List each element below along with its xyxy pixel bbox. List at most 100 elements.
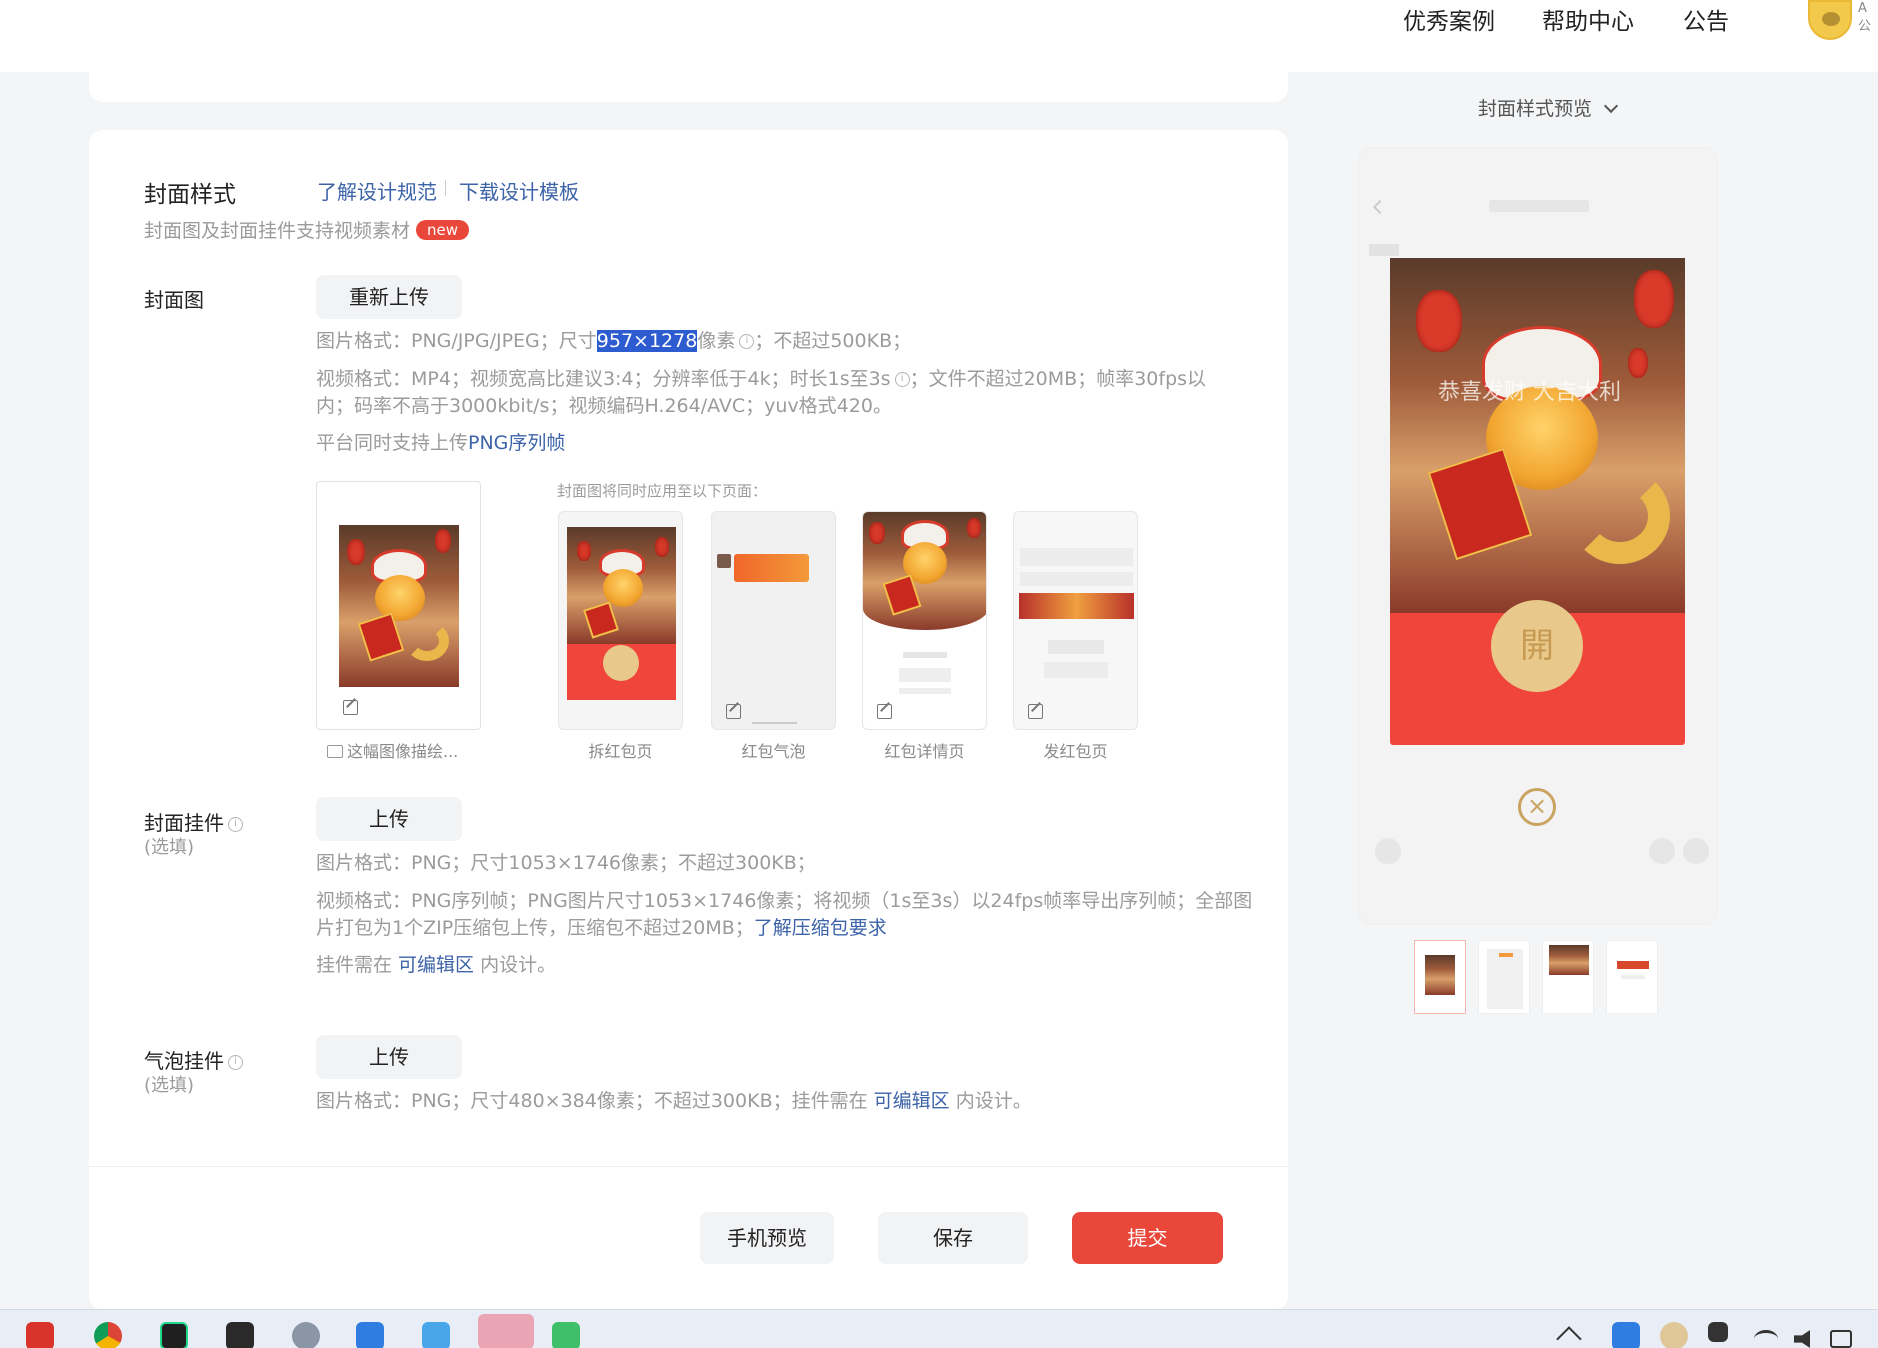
nav-notice-link[interactable]: 公告 (1683, 2, 1729, 36)
cover-widget-optional: (选填) (144, 837, 195, 858)
red-packet-cover: 恭喜发财 大吉大利 (1390, 258, 1685, 613)
reupload-button[interactable]: 重新上传 (316, 275, 462, 319)
bubble-widget-label-text: 气泡挂件 (144, 1049, 224, 1073)
bubble-format-prefix: 图片格式：PNG；尺寸480×384像素；不超过300KB；挂件需在 (316, 1090, 874, 1112)
preview-thumb-send[interactable] (1606, 940, 1658, 1014)
cover-widget-label: 封面挂件 i (144, 807, 243, 836)
section-subtitle: 封面图及封面挂件支持视频素材 new (144, 216, 470, 243)
info-icon[interactable]: i (894, 372, 910, 387)
bubble-widget-optional: (选填) (144, 1075, 195, 1096)
wps-icon[interactable] (26, 1322, 54, 1348)
format-prefix: 图片格式：PNG/JPG/JPEG；尺寸 (316, 330, 597, 352)
editable-suffix: 内设计。 (474, 954, 557, 976)
video-format-a: 视频格式：MP4；视频宽高比建议3:4；分辨率低于4k；时长1s至3s (316, 368, 891, 390)
open-button[interactable]: 開 (1491, 600, 1583, 692)
image-icon (327, 745, 343, 758)
preview-selector-label: 封面样式预览 (1478, 98, 1593, 120)
blurred-circle (1649, 838, 1675, 864)
app-icon[interactable] (422, 1322, 450, 1348)
cover-widget-editable-note: 挂件需在 可编辑区 内设计。 (316, 952, 556, 979)
blurred-circle (1375, 838, 1401, 864)
design-spec-link[interactable]: 了解设计规范 (317, 176, 437, 205)
bubble-widget-format: 图片格式：PNG；尺寸480×384像素；不超过300KB；挂件需在 可编辑区 … (316, 1088, 1032, 1115)
cover-widget-upload-button[interactable]: 上传 (316, 797, 462, 841)
app-icon[interactable] (552, 1322, 580, 1348)
open-button-mini (603, 645, 639, 681)
page-thumb-bubble[interactable] (711, 511, 836, 730)
bubble-editable-area-link[interactable]: 可编辑区 (874, 1090, 950, 1112)
chrome-icon[interactable] (94, 1322, 122, 1348)
preview-thumb-bubble[interactable] (1478, 940, 1530, 1014)
wechat-icon[interactable] (478, 1314, 534, 1348)
download-template-link[interactable]: 下载设计模板 (459, 176, 579, 205)
save-button[interactable]: 保存 (878, 1212, 1028, 1264)
widget-video-format-a: 视频格式：PNG序列帧；PNG图片尺寸1053×1746像素；将视频（1s至3s… (316, 890, 1253, 912)
blurred-bar (1369, 244, 1399, 256)
os-taskbar (0, 1309, 1878, 1348)
new-badge: new (416, 220, 470, 240)
page-thumb-send[interactable] (1013, 511, 1138, 730)
cover-widget-video-format: 视频格式：PNG序列帧；PNG图片尺寸1053×1746像素；将视频（1s至3s… (316, 888, 1256, 942)
png-sequence-link[interactable]: PNG序列帧 (468, 432, 565, 454)
cover-widget-img-format: 图片格式：PNG；尺寸1053×1746像素；不超过300KB； (316, 852, 816, 874)
page-label-open-packet: 拆红包页 (588, 742, 653, 761)
page-label-detail: 红包详情页 (884, 742, 965, 761)
previous-card (89, 60, 1288, 102)
page-thumb-detail[interactable] (862, 511, 987, 730)
bubble-widget-upload-button[interactable]: 上传 (316, 1035, 462, 1079)
tray-app-icon[interactable] (1612, 1322, 1640, 1348)
video-format-c: 内；码率不高于3000kbit/s；视频编码H.264/AVC；yuv格式420… (316, 395, 892, 417)
chevron-up-icon[interactable] (1556, 1326, 1582, 1348)
png-seq-prefix: 平台同时支持上传 (316, 432, 469, 454)
nav-cases-link[interactable]: 优秀案例 (1403, 2, 1495, 36)
chevron-down-icon (1603, 98, 1619, 114)
footer-divider (89, 1166, 1288, 1167)
preview-style-selector[interactable]: 封面样式预览 (1478, 94, 1619, 121)
page-label-send: 发红包页 (1043, 742, 1108, 761)
tray-app-icon[interactable] (1660, 1322, 1688, 1348)
subtitle-text: 封面图及封面挂件支持视频素材 (144, 220, 411, 242)
blurred-circle (1683, 838, 1709, 864)
battery-icon[interactable] (1830, 1330, 1852, 1348)
app-icon[interactable] (356, 1322, 384, 1348)
info-icon[interactable]: i (739, 334, 755, 349)
cover-video-format: 视频格式：MP4；视频宽高比建议3:4；分辨率低于4k；时长1s至3s i ；文件不… (316, 366, 1236, 420)
blurred-title (1489, 200, 1589, 212)
pycharm-icon[interactable] (160, 1322, 188, 1348)
bubble-format-suffix: 内设计。 (949, 1090, 1032, 1112)
zip-requirement-link[interactable]: 了解压缩包要求 (754, 917, 887, 939)
preview-thumb-detail[interactable] (1542, 940, 1594, 1014)
section-title: 封面样式 (144, 182, 236, 208)
editable-area-link[interactable]: 可编辑区 (398, 954, 474, 976)
cover-image-preview-box[interactable] (316, 481, 481, 730)
selected-size-text: 957×1278 (596, 330, 698, 352)
editable-prefix: 挂件需在 (316, 954, 399, 976)
phone-preview-button[interactable]: 手机预览 (700, 1212, 834, 1264)
info-icon[interactable]: i (228, 1055, 243, 1070)
settings-icon[interactable] (292, 1322, 320, 1348)
submit-button[interactable]: 提交 (1072, 1212, 1223, 1264)
info-icon[interactable]: i (228, 817, 243, 832)
format-tail: ；不超过500KB； (754, 330, 912, 352)
cover-image-format: 图片格式：PNG/JPG/JPEG；尺寸957×1278像素 i ；不超过500KB… (316, 328, 911, 355)
cover-widget-label-text: 封面挂件 (144, 811, 224, 835)
volume-icon[interactable] (1794, 1330, 1810, 1348)
nav-help-link[interactable]: 帮助中心 (1542, 2, 1634, 36)
cover-image (339, 525, 459, 687)
avatar[interactable] (1808, 0, 1852, 40)
page-thumb-open-packet[interactable] (558, 511, 683, 730)
format-suffix: 像素 (697, 330, 736, 352)
page-label-bubble: 红包气泡 (741, 742, 806, 761)
preview-thumb-open-packet[interactable] (1414, 940, 1466, 1014)
close-icon[interactable]: × (1518, 788, 1556, 826)
bubble-widget-label: 气泡挂件 i (144, 1045, 243, 1074)
image-description-caption: 这幅图像描绘... (327, 738, 458, 762)
edit-icon[interactable] (877, 704, 892, 719)
video-format-b: ；文件不超过20MB；帧率30fps以 (909, 368, 1207, 390)
ime-icon[interactable] (1708, 1322, 1728, 1342)
edit-icon[interactable] (1028, 704, 1043, 719)
edit-icon[interactable] (726, 704, 741, 719)
app-icon[interactable] (226, 1322, 254, 1348)
edit-icon[interactable] (343, 700, 358, 715)
wifi-icon[interactable] (1754, 1330, 1778, 1348)
